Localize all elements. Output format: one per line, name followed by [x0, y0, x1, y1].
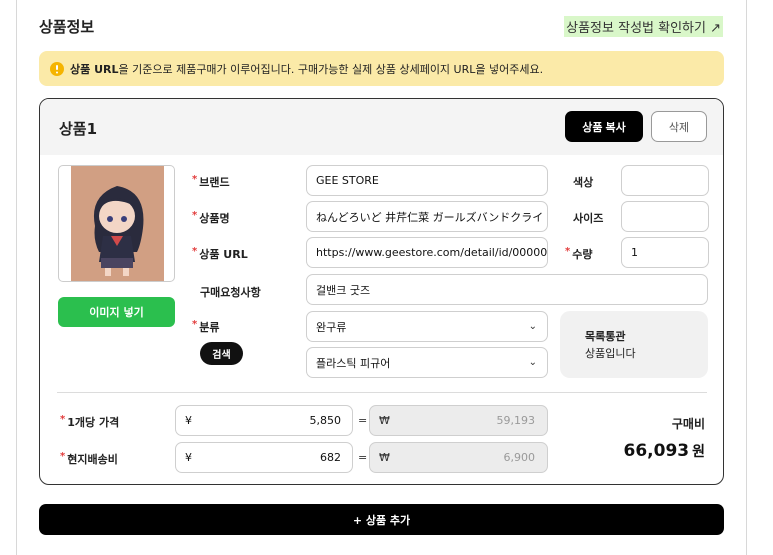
equals-sign: = — [358, 414, 368, 427]
notice-banner: 상품 URL을 기준으로 제품구매가 이루어집니다. 구매가능한 실제 상품 상… — [39, 51, 724, 86]
notice-text: 을 기준으로 제품구매가 이루어집니다. 구매가능한 실제 상품 상세페이지 U… — [118, 62, 544, 76]
delete-product-button[interactable]: 삭제 — [651, 111, 707, 142]
search-category-button[interactable]: 검색 — [200, 342, 243, 365]
guide-link[interactable]: 상품정보 작성법 확인하기 ↗ — [564, 16, 723, 37]
lightbulb-icon — [50, 61, 64, 76]
request-label: 구매요청사항 — [200, 286, 261, 299]
total-value: 66,093 원 — [623, 441, 706, 461]
brand-label: * 브랜드 — [192, 174, 230, 189]
total-label: 구매비 — [671, 417, 705, 431]
url-label: * 상품 URL — [192, 246, 248, 261]
product-title: 상품1 — [59, 120, 98, 138]
color-input[interactable] — [621, 165, 709, 196]
product-card: 상품1 상품 복사 삭제 이미지 넣기 * 브랜드 * 상품명 * 상품 URL 구매… — [39, 98, 724, 485]
add-image-button[interactable]: 이미지 넣기 — [58, 297, 175, 327]
category-sub-select[interactable]: 플라스틱 피규어 ⌄ — [306, 347, 548, 378]
purchase-request-input[interactable]: 걸밴크 굿즈 — [306, 274, 708, 305]
notice-bold: 상품 URL — [70, 62, 119, 76]
name-label: * 상품명 — [192, 210, 230, 225]
quantity-input[interactable]: 1 — [621, 237, 709, 268]
figure-image — [71, 166, 164, 281]
category-label: * 분류 — [192, 319, 220, 334]
equals-sign: = — [358, 451, 368, 464]
quantity-label: * 수량 — [565, 246, 593, 261]
chevron-down-icon: ⌄ — [528, 357, 537, 368]
divider — [57, 392, 707, 393]
category-main-select[interactable]: 완구류 ⌄ — [306, 311, 548, 342]
shipping-krw: ₩6,900 — [369, 442, 548, 473]
customs-title: 목록통관 — [585, 330, 626, 343]
size-label: 사이즈 — [573, 212, 604, 225]
size-input[interactable] — [621, 201, 709, 232]
customs-text: 상품입니다 — [585, 347, 636, 360]
customs-info-box: 목록통관 상품입니다 — [560, 311, 708, 378]
product-url-input[interactable]: https://www.geestore.com/detail/id/00000… — [306, 237, 548, 268]
unit-price-krw: ₩59,193 — [369, 405, 548, 436]
add-product-button[interactable]: + 상품 추가 — [39, 504, 724, 535]
shipping-input[interactable]: ¥682 — [175, 442, 353, 473]
product-image — [58, 165, 175, 282]
product-name-input[interactable]: ねんどろいど 井芹仁菜 ガールズバンドクライ — [306, 201, 548, 232]
section-title: 상품정보 — [39, 18, 95, 36]
shipping-label: * 현지배송비 — [60, 451, 118, 466]
unit-price-label: * 1개당 가격 — [60, 414, 120, 429]
brand-input[interactable]: GEE STORE — [306, 165, 548, 196]
color-label: 색상 — [573, 176, 594, 189]
unit-price-input[interactable]: ¥5,850 — [175, 405, 353, 436]
copy-product-button[interactable]: 상품 복사 — [565, 111, 643, 142]
chevron-down-icon: ⌄ — [528, 321, 537, 332]
